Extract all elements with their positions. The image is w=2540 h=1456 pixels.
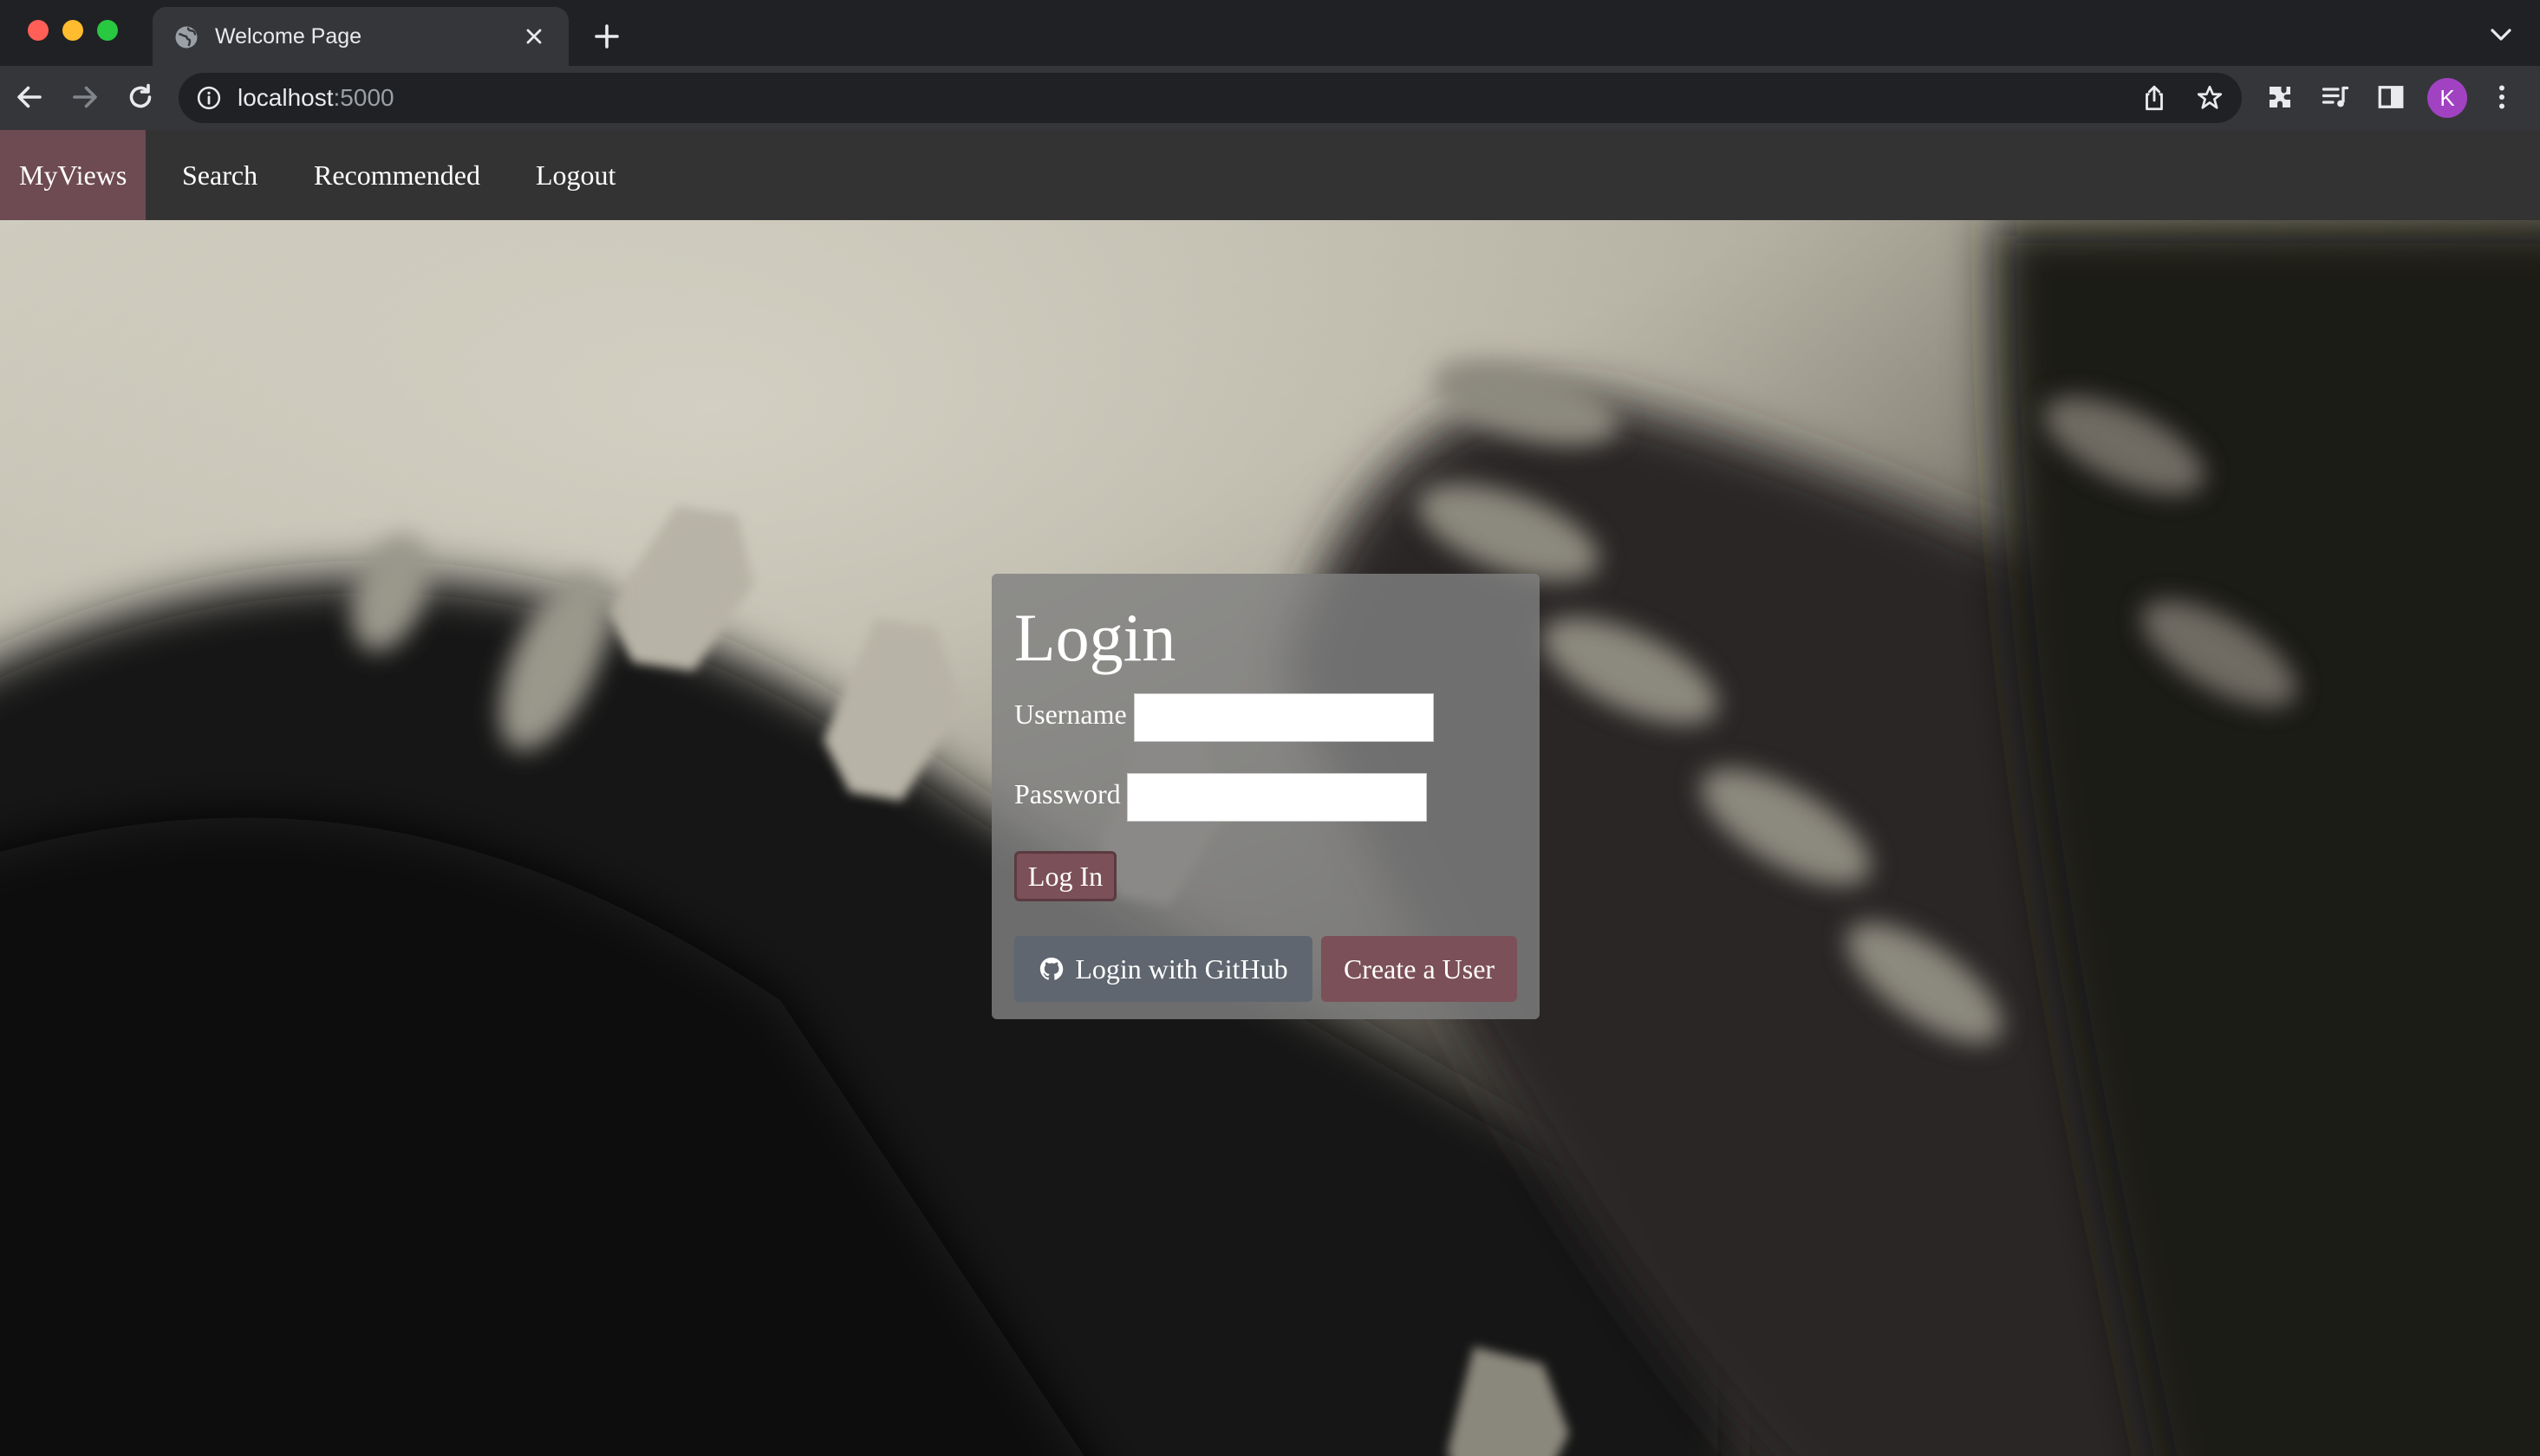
login-button[interactable]: Log In	[1014, 851, 1117, 901]
side-panel-icon[interactable]	[2375, 81, 2406, 113]
login-title: Login	[1014, 600, 1176, 675]
back-arrow-icon[interactable]	[14, 81, 45, 113]
star-icon[interactable]	[2195, 83, 2224, 113]
address-bar[interactable]: localhost:5000	[179, 73, 2242, 123]
forward-arrow-icon[interactable]	[69, 81, 101, 113]
nav-item-logout[interactable]: Logout	[517, 130, 635, 220]
github-login-button[interactable]: Login with GitHub	[1014, 936, 1312, 1002]
kebab-menu-icon[interactable]	[2486, 81, 2517, 113]
close-icon[interactable]	[522, 24, 546, 49]
extensions-icon[interactable]	[2264, 81, 2296, 113]
browser-tab[interactable]: Welcome Page	[153, 7, 569, 66]
browser-tab-strip: Welcome Page	[0, 0, 2540, 66]
password-label: Password	[1014, 778, 1121, 809]
window-minimize-button[interactable]	[62, 20, 83, 41]
username-input[interactable]	[1134, 693, 1434, 742]
plus-icon[interactable]	[591, 21, 622, 52]
profile-avatar[interactable]: K	[2427, 78, 2467, 118]
reload-icon[interactable]	[125, 81, 156, 113]
info-icon[interactable]	[196, 85, 222, 111]
chevron-down-icon[interactable]	[2488, 24, 2514, 45]
nav-item-myviews[interactable]: MyViews	[0, 130, 147, 220]
github-icon	[1040, 957, 1064, 980]
browser-toolbar: localhost:5000 K	[0, 66, 2540, 130]
window-zoom-button[interactable]	[97, 20, 118, 41]
nav-item-recommended[interactable]: Recommended	[295, 130, 499, 220]
username-label: Username	[1014, 699, 1127, 730]
window-close-button[interactable]	[28, 20, 49, 41]
page-viewport: MyViews Search Recommended Logout Login …	[0, 130, 2540, 1456]
media-queue-icon[interactable]	[2320, 81, 2351, 113]
github-button-label: Login with GitHub	[1075, 953, 1288, 985]
create-user-button[interactable]: Create a User	[1321, 936, 1517, 1002]
password-input[interactable]	[1127, 773, 1427, 822]
login-card: Login Username Password Log In Login wit…	[992, 574, 1540, 1019]
share-icon[interactable]	[2139, 83, 2169, 113]
nav-item-search[interactable]: Search	[163, 130, 277, 220]
site-navbar: MyViews Search Recommended Logout	[0, 130, 2540, 220]
tab-title: Welcome Page	[215, 24, 362, 49]
globe-icon	[175, 26, 198, 49]
url-text[interactable]: localhost:5000	[238, 81, 394, 114]
